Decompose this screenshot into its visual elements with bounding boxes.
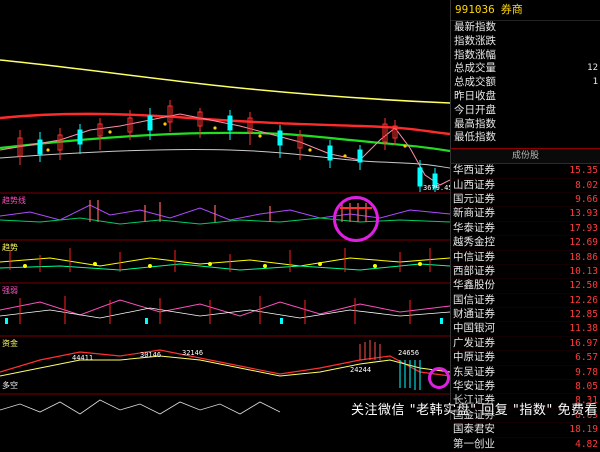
indicator-label-2: 趋势 [2, 243, 18, 252]
index-header: 991036 券商 [451, 0, 600, 21]
indicator-3 [0, 296, 450, 324]
stock-row[interactable]: 中国银河 11.38 [451, 322, 600, 337]
info-row: 今日开盘 [454, 103, 496, 116]
chart-area[interactable]: 3679.45 44411 30146 32146 24244 24656 [0, 0, 450, 420]
stock-row[interactable]: 华鑫股份 12.50 [451, 279, 600, 294]
indicator-4 [0, 340, 450, 390]
indicator-2 [0, 248, 450, 272]
stock-row[interactable]: 东吴证券 9.78 [451, 366, 600, 381]
info-row: 指数涨跌 [454, 34, 496, 47]
index-name: 券商 [500, 3, 523, 16]
stock-row[interactable]: 广发证券 16.97 [451, 337, 600, 352]
info-row: 昨日收盘 [454, 89, 496, 102]
vol-label-1: 44411 [72, 354, 93, 362]
stock-row[interactable]: 华西证券 15.35 [451, 164, 600, 179]
trend-line-yellow [0, 59, 450, 104]
indicator-label-1: 趋势线 [2, 196, 26, 205]
highlight-circle-lower [428, 367, 450, 389]
highlight-circle-upper [333, 196, 379, 242]
stock-row[interactable]: 国元证券 9.66 [451, 193, 600, 208]
watermark-text: 关注微信 "老韩实盘" 回复 "指数" 免费看 [351, 403, 598, 418]
constituents-header: 成份股 [451, 148, 600, 165]
info-row: 最新指数 [454, 21, 496, 33]
indicator-label-5: 多空 [2, 381, 18, 390]
vol-label-4: 24244 [350, 366, 371, 374]
stock-row[interactable]: 国信证券 12.26 [451, 294, 600, 309]
stock-row[interactable]: 华安证券 8.05 [451, 380, 600, 395]
stock-row[interactable]: 新商证券 13.93 [451, 207, 600, 222]
info-row: 总成交量 12 [454, 62, 598, 75]
stock-row[interactable]: 中原证券 6.57 [451, 351, 600, 366]
indicator-1 [0, 200, 450, 225]
stock-row[interactable]: 国泰君安 18.19 [451, 423, 600, 438]
info-row: 指数涨幅 [454, 48, 496, 61]
indicator-label-3: 强弱 [2, 286, 18, 295]
stock-row[interactable]: 华泰证券 17.93 [451, 222, 600, 237]
vol-label-2: 30146 [140, 351, 161, 359]
stock-row[interactable]: 第一创业 4.82 [451, 438, 600, 452]
stock-row[interactable]: 山西证券 8.02 [451, 179, 600, 193]
indicator-label-4: 资金 [2, 339, 18, 348]
stock-row[interactable]: 财通证券 12.85 [451, 308, 600, 323]
info-row: 总成交额 1 [454, 76, 598, 89]
index-info: 最新指数 指数涨跌 指数涨幅 总成交量 12 总成交额 1 昨日收盘 今日开盘 最高… [451, 21, 600, 145]
price-label: 3679.45 [423, 184, 450, 192]
info-row: 最高指数 [454, 117, 496, 130]
ma-white-line [0, 148, 450, 169]
vol-label-3: 32146 [182, 349, 203, 357]
vol-label-5: 24656 [398, 349, 419, 357]
index-code: 991036 [455, 3, 495, 16]
info-row: 最低指数 [454, 131, 496, 144]
stock-row[interactable]: 中信证券 18.86 [451, 251, 600, 265]
bottom-series [0, 399, 281, 415]
stock-row[interactable]: 越秀金控 12.69 [451, 236, 600, 251]
quote-sidebar: 991036 券商 最新指数 指数涨跌 指数涨幅 总成交量 12 总成交额 1 昨日收… [450, 0, 600, 452]
stock-row[interactable]: 西部证券 10.13 [451, 265, 600, 280]
